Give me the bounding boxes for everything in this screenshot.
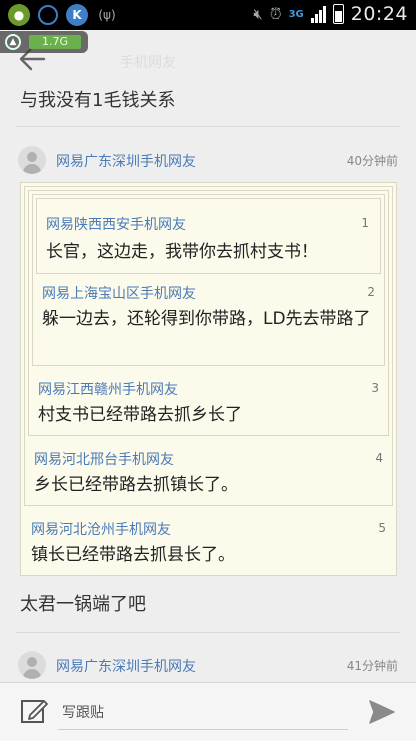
send-icon[interactable]	[368, 699, 396, 725]
quote-floor-5[interactable]: 网易河北沧州手机网友 5 镇长已经带路去抓县长了。 网易河北邢台手机网友 4 乡…	[20, 182, 397, 576]
memory-value: 1.7G	[29, 35, 81, 49]
rocket-icon: ▲	[5, 34, 21, 50]
avatar[interactable]	[18, 146, 46, 174]
system-icons: 🔇︎ ⏰︎ 3G 20:24	[253, 3, 408, 25]
divider	[16, 126, 400, 127]
quote-floor-3[interactable]: 网易江西赣州手机网友 3 村支书已经带路去抓乡长了 网易上海宝山区手机网友 2 …	[28, 190, 389, 436]
headset-icon	[38, 5, 58, 25]
quote-floor-4[interactable]: 网易河北邢台手机网友 4 乡长已经带路去抓镇长了。 网易江西赣州手机网友 3 村…	[24, 186, 393, 506]
quote-text: 乡长已经带路去抓镇长了。	[34, 475, 238, 495]
k-icon: K	[66, 4, 88, 26]
input-underline	[58, 729, 348, 730]
quote-text: 长官，这边走，我带你去抓村支书！	[46, 242, 318, 262]
quote-author[interactable]: 网易上海宝山区手机网友	[42, 283, 196, 303]
network-type-label: 3G	[288, 8, 304, 20]
quote-text: 镇长已经带路去抓县长了。	[31, 545, 235, 565]
reply-input[interactable]: 写跟贴	[62, 702, 104, 722]
quote-floor-2[interactable]: 网易上海宝山区手机网友 2 躲一边去，还轮得到你带路，LD先去带路了 网易陕西西…	[32, 194, 385, 366]
header-title: 手机网友	[120, 55, 176, 71]
wifi-antenna-icon: (ψ)	[98, 8, 116, 22]
notification-icons: ● K (ψ)	[8, 4, 118, 26]
quote-floor-number: 1	[361, 216, 369, 230]
quote-floor-1[interactable]: 网易陕西西安手机网友 1 长官，这边走，我带你去抓村支书！	[36, 198, 381, 274]
clock: 20:24	[350, 3, 408, 25]
reply-bar: 写跟贴	[0, 682, 416, 741]
quote-text: 村支书已经带路去抓乡长了	[38, 405, 242, 425]
comment-header: 网易广东深圳手机网友 41分钟前	[18, 651, 398, 681]
post-text: 与我没有1毛钱关系	[20, 90, 176, 111]
comment-time: 40分钟前	[346, 154, 398, 168]
comment-author[interactable]: 网易广东深圳手机网友	[56, 151, 196, 171]
quote-floor-number: 2	[367, 285, 375, 299]
divider	[16, 632, 400, 633]
signal-icon	[310, 5, 326, 23]
avatar[interactable]	[18, 651, 46, 679]
360-icon: ●	[8, 4, 30, 26]
quote-author[interactable]: 网易陕西西安手机网友	[46, 214, 186, 234]
status-bar: ● K (ψ) 🔇︎ ⏰︎ 3G 20:24	[0, 0, 416, 30]
memory-widget[interactable]: ▲ 1.7G	[0, 31, 88, 53]
quote-text: 躲一边去，还轮得到你带路，LD先去带路了	[42, 309, 371, 329]
comment-header: 网易广东深圳手机网友 40分钟前	[18, 146, 398, 176]
quote-author[interactable]: 网易河北沧州手机网友	[31, 519, 171, 539]
quote-author[interactable]: 网易河北邢台手机网友	[34, 449, 174, 469]
comment-text: 太君一锅端了吧	[20, 594, 146, 615]
edit-icon[interactable]	[20, 697, 48, 725]
comment-author[interactable]: 网易广东深圳手机网友	[56, 656, 196, 676]
mute-icon: 🔇︎	[253, 5, 263, 23]
quote-floor-number: 4	[375, 451, 383, 465]
quote-floor-number: 5	[378, 521, 386, 535]
battery-icon	[332, 4, 344, 24]
quote-author[interactable]: 网易江西赣州手机网友	[38, 379, 178, 399]
alarm-icon: ⏰︎	[269, 5, 282, 23]
comment-time: 41分钟前	[346, 659, 398, 673]
quote-floor-number: 3	[371, 381, 379, 395]
